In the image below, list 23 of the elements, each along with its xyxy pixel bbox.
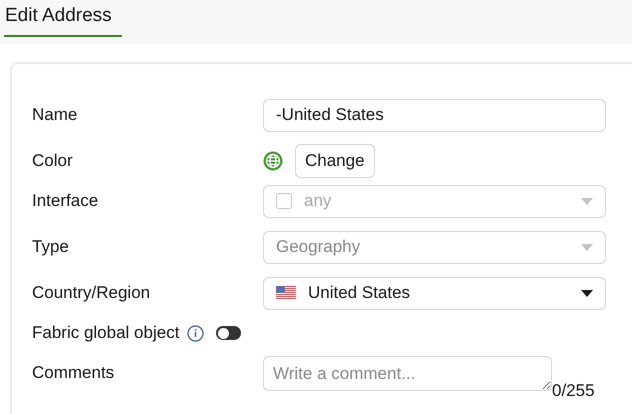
comment-field[interactable]: Write a comment...	[263, 356, 552, 390]
flag-icon	[276, 286, 296, 300]
name-field[interactable]: -United States	[263, 98, 606, 132]
info-icon[interactable]	[187, 324, 204, 342]
caret-icon	[581, 198, 593, 204]
character-counter: 0/255	[552, 382, 595, 398]
field-label: Type	[32, 236, 70, 258]
field-label: Color	[32, 150, 74, 172]
field-label: Comments	[32, 362, 116, 384]
caret-icon	[581, 290, 593, 296]
page-tab[interactable]: Edit Address	[4, 2, 122, 36]
caret-icon	[581, 244, 593, 250]
field-label: Name	[32, 104, 78, 126]
field-label: Interface	[32, 190, 100, 212]
field-label: Fabric global object	[32, 322, 180, 344]
dropdown-select[interactable]: United States	[263, 276, 606, 310]
toggle-switch[interactable]	[216, 326, 242, 340]
globe-icon	[263, 151, 283, 171]
select-value: any	[304, 190, 332, 212]
select-value: Geography	[276, 236, 362, 258]
change-button[interactable]: Change	[295, 144, 375, 178]
select-value: United States	[308, 282, 412, 304]
field-label: Country/Region	[32, 282, 152, 304]
